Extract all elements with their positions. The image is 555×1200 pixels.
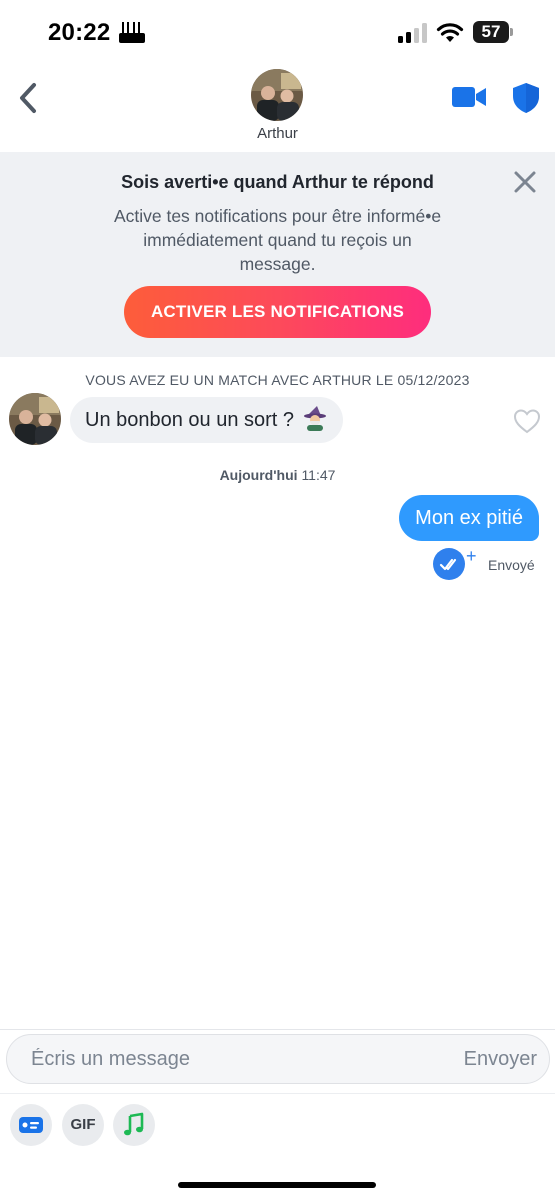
time-label: 11:47 bbox=[301, 467, 336, 483]
date-label: Aujourd'hui bbox=[219, 467, 298, 483]
battery-level: 57 bbox=[481, 22, 501, 41]
cellular-signal-icon bbox=[398, 23, 427, 43]
wizard-emoji-icon bbox=[303, 406, 326, 431]
video-camera-icon[interactable] bbox=[451, 84, 487, 110]
incoming-message[interactable]: Un bonbon ou un sort ? bbox=[70, 397, 343, 443]
outgoing-message[interactable]: Mon ex pitié bbox=[399, 495, 539, 541]
status-bar: 20:22 57 bbox=[0, 0, 555, 62]
id-card-icon bbox=[19, 1117, 43, 1133]
send-button[interactable]: Envoyer bbox=[464, 1035, 537, 1083]
sent-status: Envoyé bbox=[488, 557, 535, 573]
read-receipt-icon[interactable] bbox=[433, 548, 465, 580]
shield-icon[interactable] bbox=[512, 82, 540, 114]
contact-name[interactable]: Arthur bbox=[0, 125, 555, 142]
date-separator: Aujourd'hui 11:47 bbox=[0, 467, 555, 483]
plus-icon[interactable]: + bbox=[466, 547, 477, 565]
incoming-message-text: Un bonbon ou un sort ? bbox=[85, 409, 295, 431]
match-info: VOUS AVEZ EU UN MATCH AVEC ARTHUR LE 05/… bbox=[85, 372, 470, 388]
music-button[interactable] bbox=[113, 1104, 155, 1146]
contact-avatar[interactable] bbox=[251, 69, 303, 121]
close-icon[interactable] bbox=[512, 169, 538, 195]
chat-header: Arthur bbox=[0, 62, 555, 152]
heart-icon[interactable] bbox=[513, 408, 541, 434]
enable-notifications-button[interactable]: ACTIVER LES NOTIFICATIONS bbox=[124, 286, 431, 338]
notification-banner: Sois averti•e quand Arthur te répond Act… bbox=[0, 152, 555, 357]
divider bbox=[0, 1029, 555, 1030]
battery-indicator: 57 bbox=[473, 21, 513, 43]
contact-card-button[interactable] bbox=[10, 1104, 52, 1146]
music-note-icon bbox=[124, 1112, 144, 1136]
message-composer: Envoyer bbox=[6, 1034, 550, 1084]
divider bbox=[0, 1093, 555, 1094]
wifi-icon bbox=[436, 23, 464, 42]
home-indicator bbox=[178, 1182, 376, 1188]
status-time: 20:22 bbox=[48, 19, 111, 46]
message-input[interactable] bbox=[31, 1035, 431, 1083]
notification-body: Active tes notifications pour être infor… bbox=[113, 206, 442, 274]
back-button[interactable] bbox=[14, 80, 44, 116]
message-avatar[interactable] bbox=[9, 393, 61, 445]
gif-button[interactable]: GIF bbox=[62, 1104, 104, 1146]
notification-title: Sois averti•e quand Arthur te répond bbox=[121, 172, 434, 192]
focus-mode-icon bbox=[119, 22, 145, 43]
